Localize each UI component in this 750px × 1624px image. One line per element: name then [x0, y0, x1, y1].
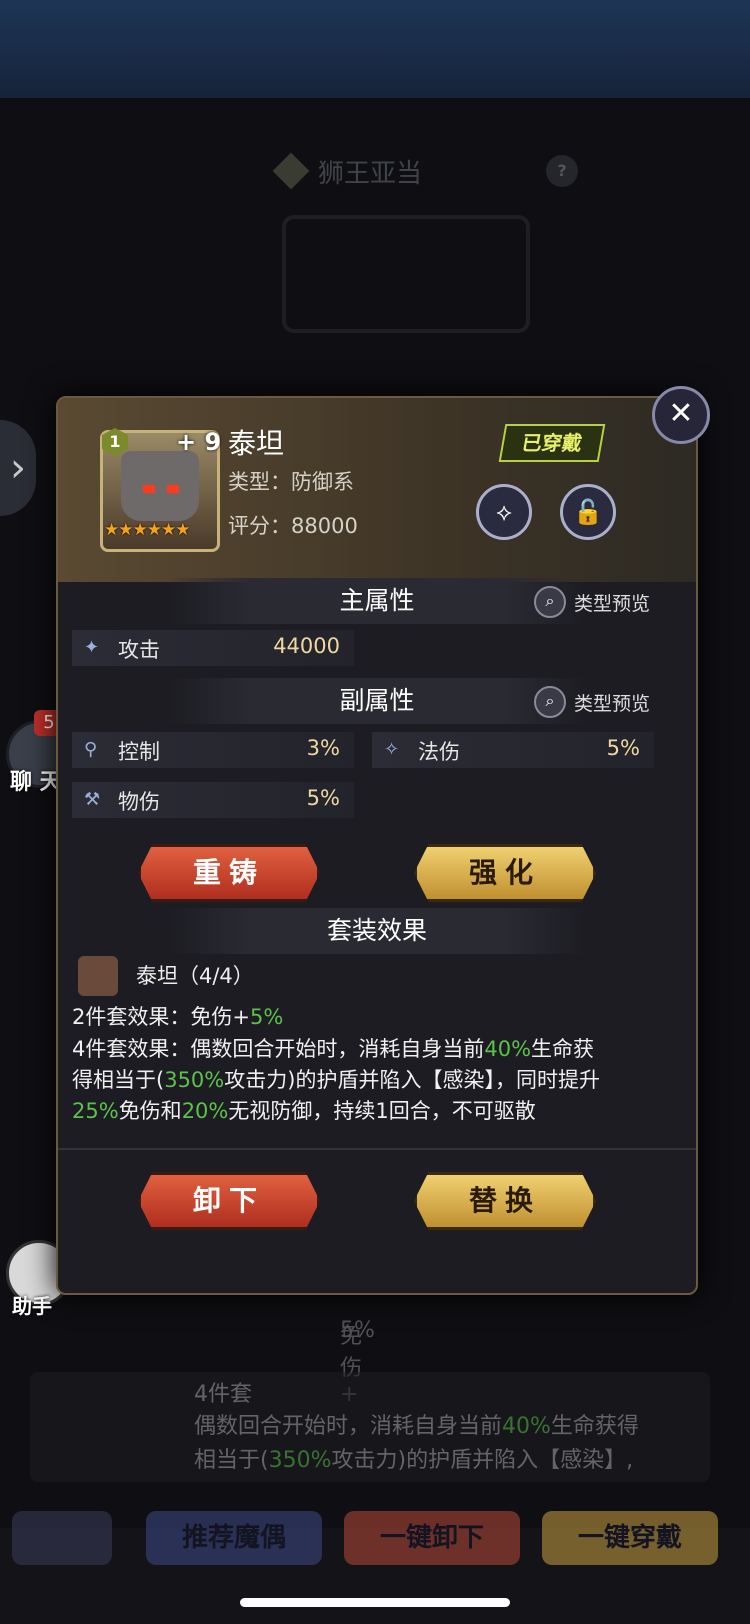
four-piece-effect-line3: 25%免伤和20%无视防御，持续1回合，不可驱散	[72, 1099, 536, 1123]
recast-button[interactable]: 重铸	[138, 844, 320, 902]
home-indicator[interactable]	[240, 1598, 510, 1607]
set-golem-icon	[78, 956, 118, 996]
star-rating: ★★★★★★	[104, 520, 190, 540]
help-icon[interactable]: ?	[546, 155, 578, 187]
background-card-line1: 偶数回合开始时，消耗自身当前40%生命获得	[194, 1414, 639, 1439]
share-button[interactable]: ⟡	[476, 484, 532, 540]
unequip-button[interactable]: 卸下	[138, 1172, 320, 1230]
background-card-line2: 相当于(350%攻击力)的护盾并陷入【感染】,	[194, 1448, 634, 1473]
bottom-action-bar: 推荐魔偶 一键卸下 一键穿戴	[0, 1495, 750, 1585]
sword-icon: ✦	[84, 637, 100, 658]
top-bar	[0, 0, 750, 98]
set-name: 泰坦（4/4）	[136, 964, 254, 988]
stat-control: ⚲ 控制 3%	[72, 732, 354, 768]
lock-button[interactable]: 🔓	[560, 484, 616, 540]
item-type: 类型：防御系	[228, 470, 354, 494]
set-effect-title: 套装效果	[167, 908, 587, 954]
unequip-all-button[interactable]: 一键卸下	[344, 1511, 520, 1565]
share-icon: ⟡	[496, 498, 512, 526]
magic-icon: ✧	[384, 739, 400, 760]
equipment-detail-popup: 1 + 9 ★★★★★★ 泰坦 类型：防御系 评分：88000 已穿戴 ⟡ 🔓 …	[56, 396, 698, 1295]
recommend-button[interactable]: 推荐魔偶	[146, 1511, 322, 1565]
background-set-row: 免伤+5%	[340, 1318, 375, 1407]
close-button[interactable]: ✕	[652, 386, 710, 444]
four-piece-effect-line1: 4件套效果：偶数回合开始时，消耗自身当前40%生命获	[72, 1037, 595, 1061]
main-attr-preview-label: 类型预览	[574, 592, 651, 615]
diamond-icon	[272, 152, 310, 190]
background-card-title: 4件套	[194, 1382, 252, 1407]
item-name: 泰坦	[228, 427, 285, 460]
equip-all-button[interactable]: 一键穿戴	[542, 1511, 718, 1565]
close-icon: ✕	[668, 396, 694, 431]
sub-attr-title: 副属性	[167, 678, 587, 724]
stat-attack: ✦ 攻击 44000	[72, 630, 354, 666]
sub-attr-preview-label: 类型预览	[574, 692, 651, 715]
stat-magic-damage: ✧ 法伤 5%	[372, 732, 654, 768]
replace-button[interactable]: 替换	[414, 1172, 596, 1230]
background-sign	[282, 215, 530, 333]
search-icon: ⌕	[534, 686, 566, 718]
control-icon: ⚲	[84, 739, 98, 760]
item-score: 评分：88000	[228, 514, 358, 538]
popup-divider	[58, 1148, 696, 1150]
four-piece-effect-line2: 得相当于(350%攻击力)的护盾并陷入【感染】，同时提升	[72, 1068, 600, 1092]
search-icon: ⌕	[534, 586, 566, 618]
axe-icon: ⚒	[84, 789, 101, 810]
unlock-icon: 🔓	[573, 498, 603, 526]
main-attr-preview[interactable]: ⌕ 类型预览	[534, 586, 650, 618]
background-title: 狮王亚当	[272, 145, 498, 197]
chevron-right-icon: ›	[10, 445, 26, 491]
enhance-button[interactable]: 强化	[414, 844, 596, 902]
background-set-card: 4件套 偶数回合开始时，消耗自身当前40%生命获得 相当于(350%攻击力)的护…	[30, 1372, 710, 1482]
helper-label[interactable]: 助手	[12, 1290, 52, 1319]
background-title-text: 狮王亚当	[318, 158, 423, 189]
back-button[interactable]	[12, 1511, 112, 1565]
sub-attr-preview[interactable]: ⌕ 类型预览	[534, 686, 650, 718]
equipped-badge: 已穿戴	[498, 424, 606, 462]
two-piece-effect: 2件套效果：免伤+5%	[72, 1005, 284, 1029]
stat-physical-damage: ⚒ 物伤 5%	[72, 782, 354, 818]
main-attr-title: 主属性	[167, 578, 587, 624]
golem-icon	[121, 451, 199, 521]
chat-label[interactable]: 聊 天	[10, 764, 62, 796]
enhance-level: + 9	[176, 428, 222, 456]
